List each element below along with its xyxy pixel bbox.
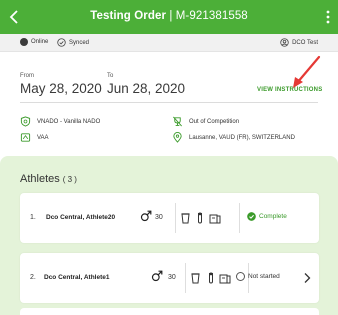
athletes-header: Athletes( 3 ) [20,173,77,185]
divider [20,102,318,103]
shield-icon [20,116,31,127]
authority-text: VAA [37,134,49,141]
online-dot-icon [20,38,28,46]
synced-status: Synced [57,38,89,47]
synced-label: Synced [69,39,90,46]
male-icon [151,270,163,282]
more-vert-icon[interactable] [325,9,331,25]
card-separator [239,203,240,233]
athlete-name: Dco Central, Athlete1 [44,274,110,281]
not-started-circle-icon [236,272,245,281]
athlete-name: Dco Central, Athlete20 [46,214,116,221]
to-label: To [107,73,114,79]
title-separator: | [169,10,173,22]
app-header: Testing Order | M-921381558 [0,0,338,34]
organization-info: VNADO - Vanilla NADO [20,116,100,127]
organization-text: VNADO - Vanilla NADO [37,118,101,125]
authority-info: VAA [20,132,49,143]
athlete-index: 1. [30,214,36,221]
title-text: Testing Order [90,10,167,22]
from-label: From [20,73,34,79]
location-info: Lausanne, VAUD (FR), SWITZERLAND [172,132,295,143]
order-id: M-921381558 [175,10,248,22]
athletes-count: ( 3 ) [62,175,77,184]
online-label: Online [31,39,49,45]
athlete-card[interactable]: 1. Dco Central, Athlete20 30 Complete [20,193,319,243]
athlete-index: 2. [30,274,36,281]
user-name: DCO Test [292,39,318,46]
athlete-card[interactable]: 2. Dco Central, Athlete1 30 Not started [20,253,319,303]
status-badge: Complete [247,212,287,221]
location-text: Lausanne, VAUD (FR), SWITZERLAND [189,134,295,141]
status-text: Not started [248,273,280,280]
user-status[interactable]: DCO Test [280,38,318,47]
page-title: Testing Order | M-921381558 [0,10,338,22]
status-badge: Not started [236,272,280,281]
athletes-title: Athletes [20,173,60,185]
sample-kit-icon [219,274,231,284]
location-pin-icon [173,132,182,143]
annotation-arrow-icon [293,55,321,88]
synced-check-icon [57,38,66,47]
urine-cup-icon [191,273,200,284]
to-date: Jun 28, 2020 [107,81,186,96]
card-separator [185,263,186,293]
status-text: Complete [259,213,287,220]
status-bar: Online Synced DCO Test [0,34,338,52]
mission-details: From May 28, 2020 To Jun 28, 2020 VIEW I… [0,52,338,156]
card-separator [175,203,176,233]
online-status: Online [20,38,48,46]
from-date: May 28, 2020 [20,81,102,96]
athlete-card[interactable] [20,308,319,315]
sample-kit-icon [209,214,221,224]
competition-info: Out of Competition [172,116,239,127]
no-trophy-icon [173,116,182,127]
complete-check-icon [247,212,256,221]
athletes-panel: Athletes( 3 ) 1. Dco Central, Athlete20 … [0,156,338,315]
athlete-age: 30 [155,214,163,221]
user-account-icon [280,38,289,47]
blood-tube-icon [209,272,213,284]
authority-badge-icon [20,133,31,142]
urine-cup-icon [181,213,190,224]
athlete-age: 30 [168,274,176,281]
male-icon [140,210,152,222]
blood-tube-icon [198,212,202,224]
competition-text: Out of Competition [189,118,240,125]
chevron-right-icon[interactable] [303,272,311,284]
